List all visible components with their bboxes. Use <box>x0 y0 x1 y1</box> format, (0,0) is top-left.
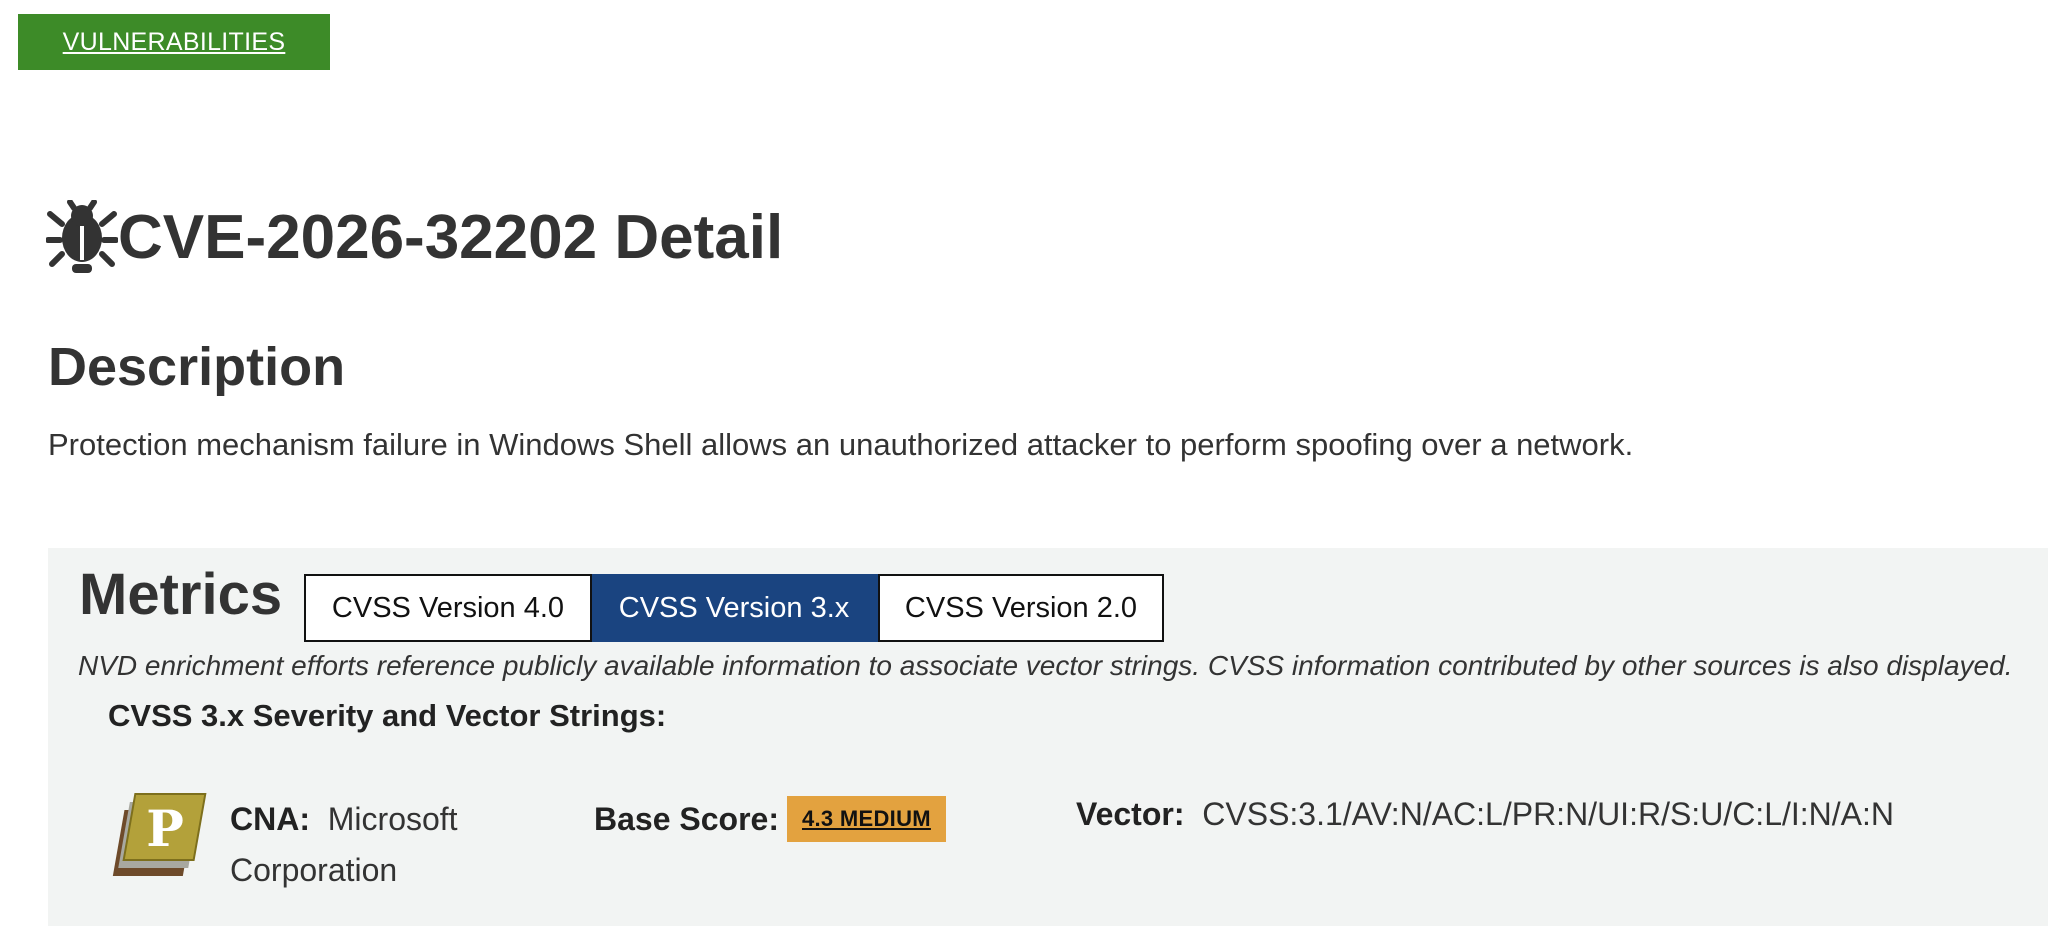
vector-label: Vector: <box>1076 796 1185 832</box>
cna-provider-icon: P <box>112 793 207 876</box>
vulnerabilities-link[interactable]: VULNERABILITIES <box>63 28 286 57</box>
enrichment-note: NVD enrichment efforts reference publicl… <box>78 650 2013 681</box>
page-title: CVE-2026-32202 Detail <box>118 203 784 272</box>
vector-string: Vector: CVSS:3.1/AV:N/AC:L/PR:N/UI:R/S:U… <box>1076 796 1894 833</box>
page-title-row: CVE-2026-32202 Detail <box>46 200 783 276</box>
cvss-version-tabs: CVSS Version 4.0 CVSS Version 3.x CVSS V… <box>304 574 1164 642</box>
cna-label: CNA: <box>230 801 310 837</box>
description-heading: Description <box>48 337 346 397</box>
tab-cvss-4-0[interactable]: CVSS Version 4.0 <box>304 574 592 642</box>
tab-cvss-2-0[interactable]: CVSS Version 2.0 <box>878 574 1164 642</box>
bug-icon <box>46 200 118 273</box>
vulnerabilities-banner: VULNERABILITIES <box>18 14 330 70</box>
base-score: Base Score: 4.3 MEDIUM <box>594 796 946 842</box>
tab-cvss-3-x[interactable]: CVSS Version 3.x <box>592 574 878 642</box>
base-score-badge[interactable]: 4.3 MEDIUM <box>786 796 946 842</box>
svg-text:P: P <box>146 799 184 858</box>
severity-subheading: CVSS 3.x Severity and Vector Strings: <box>108 698 667 733</box>
description-text: Protection mechanism failure in Windows … <box>48 427 1634 462</box>
metrics-panel: Metrics CVSS Version 4.0 CVSS Version 3.… <box>48 548 2048 926</box>
vector-value: CVSS:3.1/AV:N/AC:L/PR:N/UI:R/S:U/C:L/I:N… <box>1202 796 1894 832</box>
metrics-heading: Metrics <box>79 562 283 627</box>
cna-info: CNA: Microsoft Corporation <box>230 794 510 896</box>
base-score-label: Base Score: <box>594 800 779 837</box>
